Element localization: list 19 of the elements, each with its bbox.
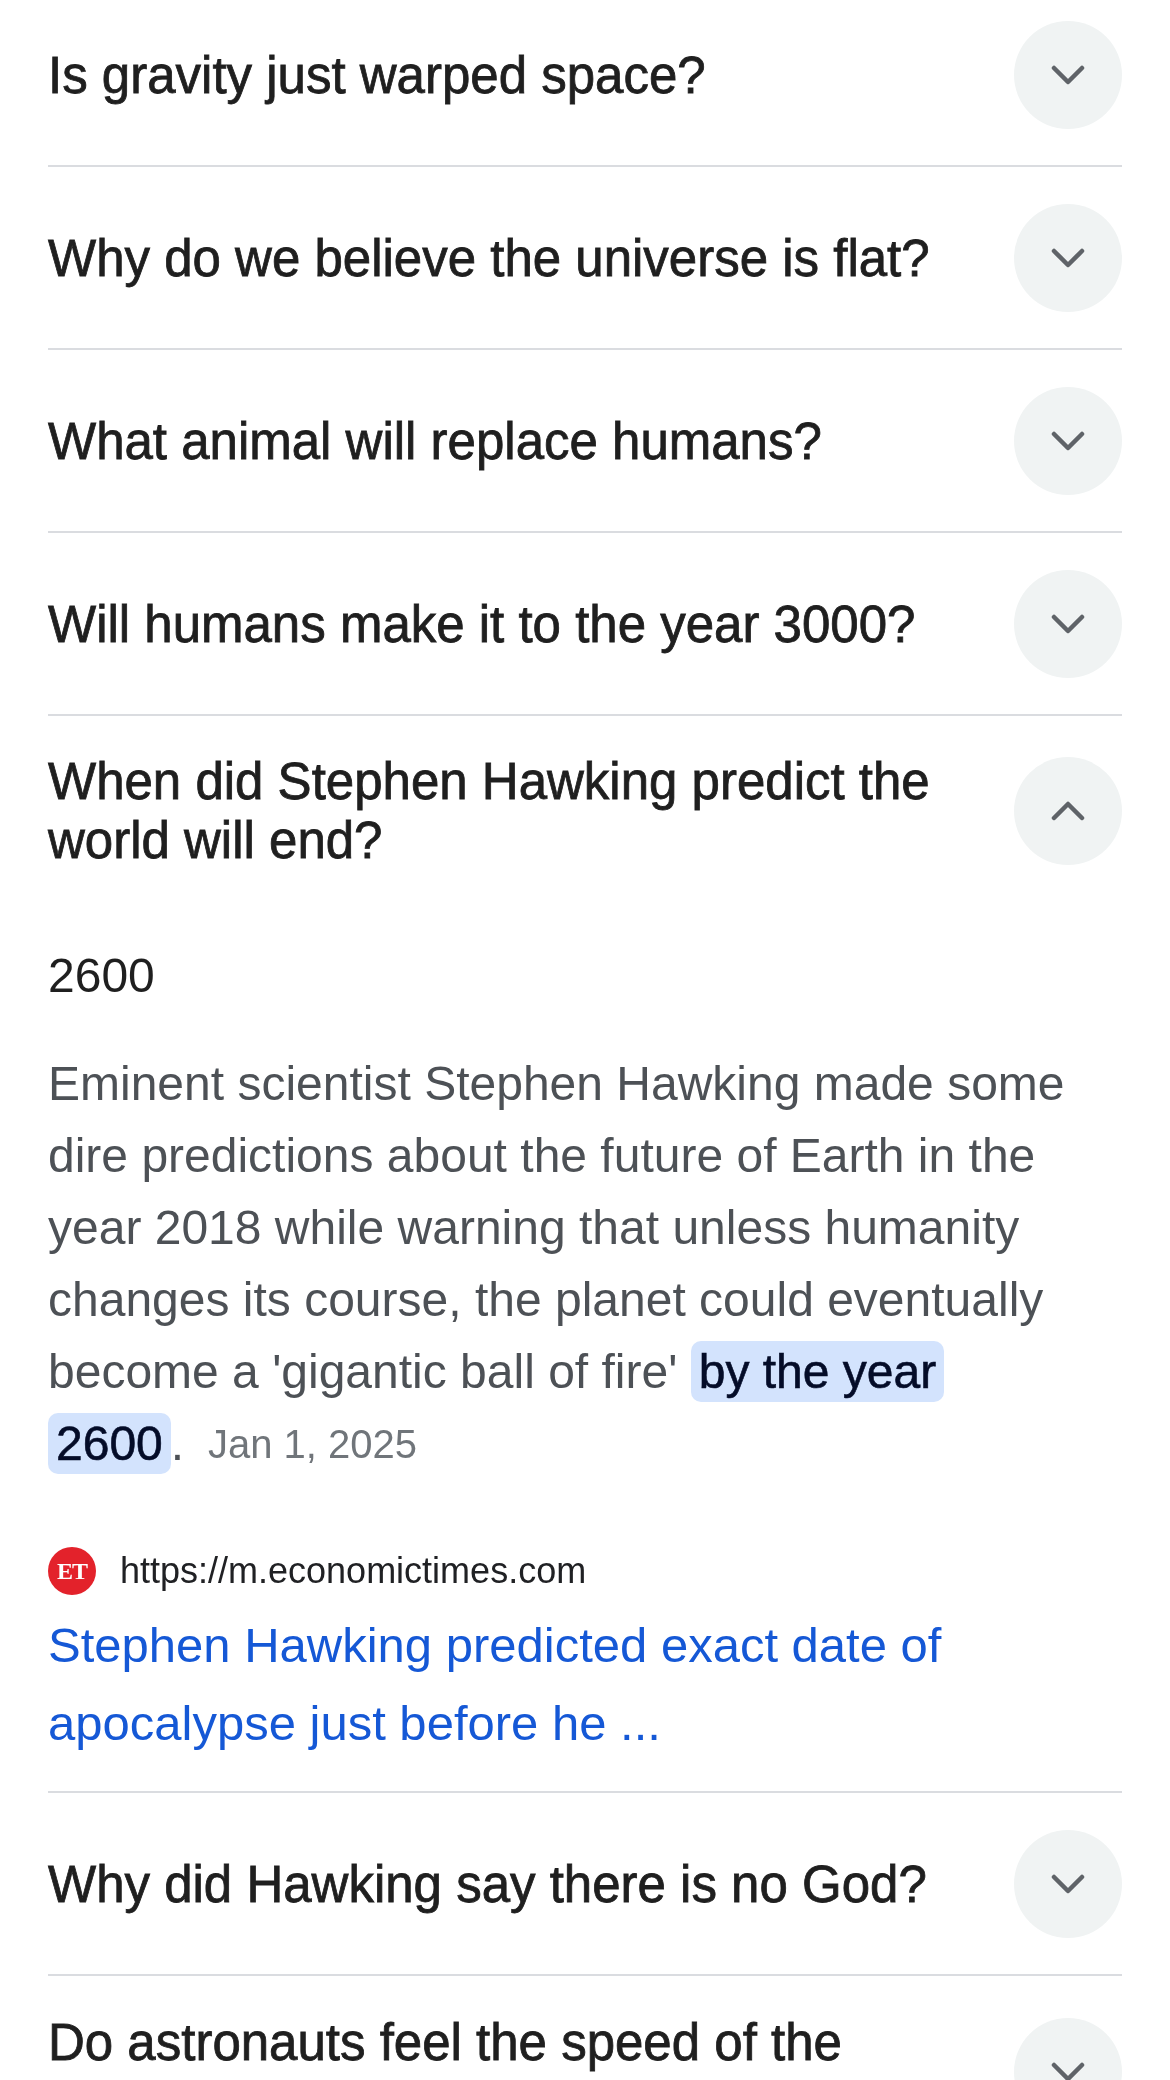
source-url: https://m.economictimes.com xyxy=(120,1550,587,1592)
chevron-down-icon xyxy=(1051,614,1085,634)
question-text: Why do we believe the universe is flat? xyxy=(48,228,931,288)
question-text: Do astronauts feel the speed of the xyxy=(48,2013,843,2072)
short-answer: 2600 xyxy=(48,948,156,1004)
chevron-down-icon xyxy=(1051,248,1085,268)
chevron-up-icon xyxy=(1051,801,1085,821)
chevron-down-icon xyxy=(1051,65,1085,85)
source-logo: ET xyxy=(48,1547,96,1595)
chevron-down-icon xyxy=(1051,1874,1085,1894)
question-text: Is gravity just warped space? xyxy=(48,45,707,105)
chevron-down-icon xyxy=(1051,2062,1085,2080)
result-title-link[interactable]: Stephen Hawking predicted exact date of apocalypse just before he ... xyxy=(48,1606,1122,1762)
question-text: Will humans make it to the year 3000? xyxy=(48,594,917,654)
question-text: Why did Hawking say there is no God? xyxy=(48,1854,928,1914)
snippet-date: Jan 1, 2025 xyxy=(208,1422,418,1466)
question-text: When did Stephen Hawking predict the world will end? xyxy=(48,752,931,870)
chevron-down-icon xyxy=(1051,431,1085,451)
question-text: What animal will replace humans? xyxy=(48,411,823,471)
